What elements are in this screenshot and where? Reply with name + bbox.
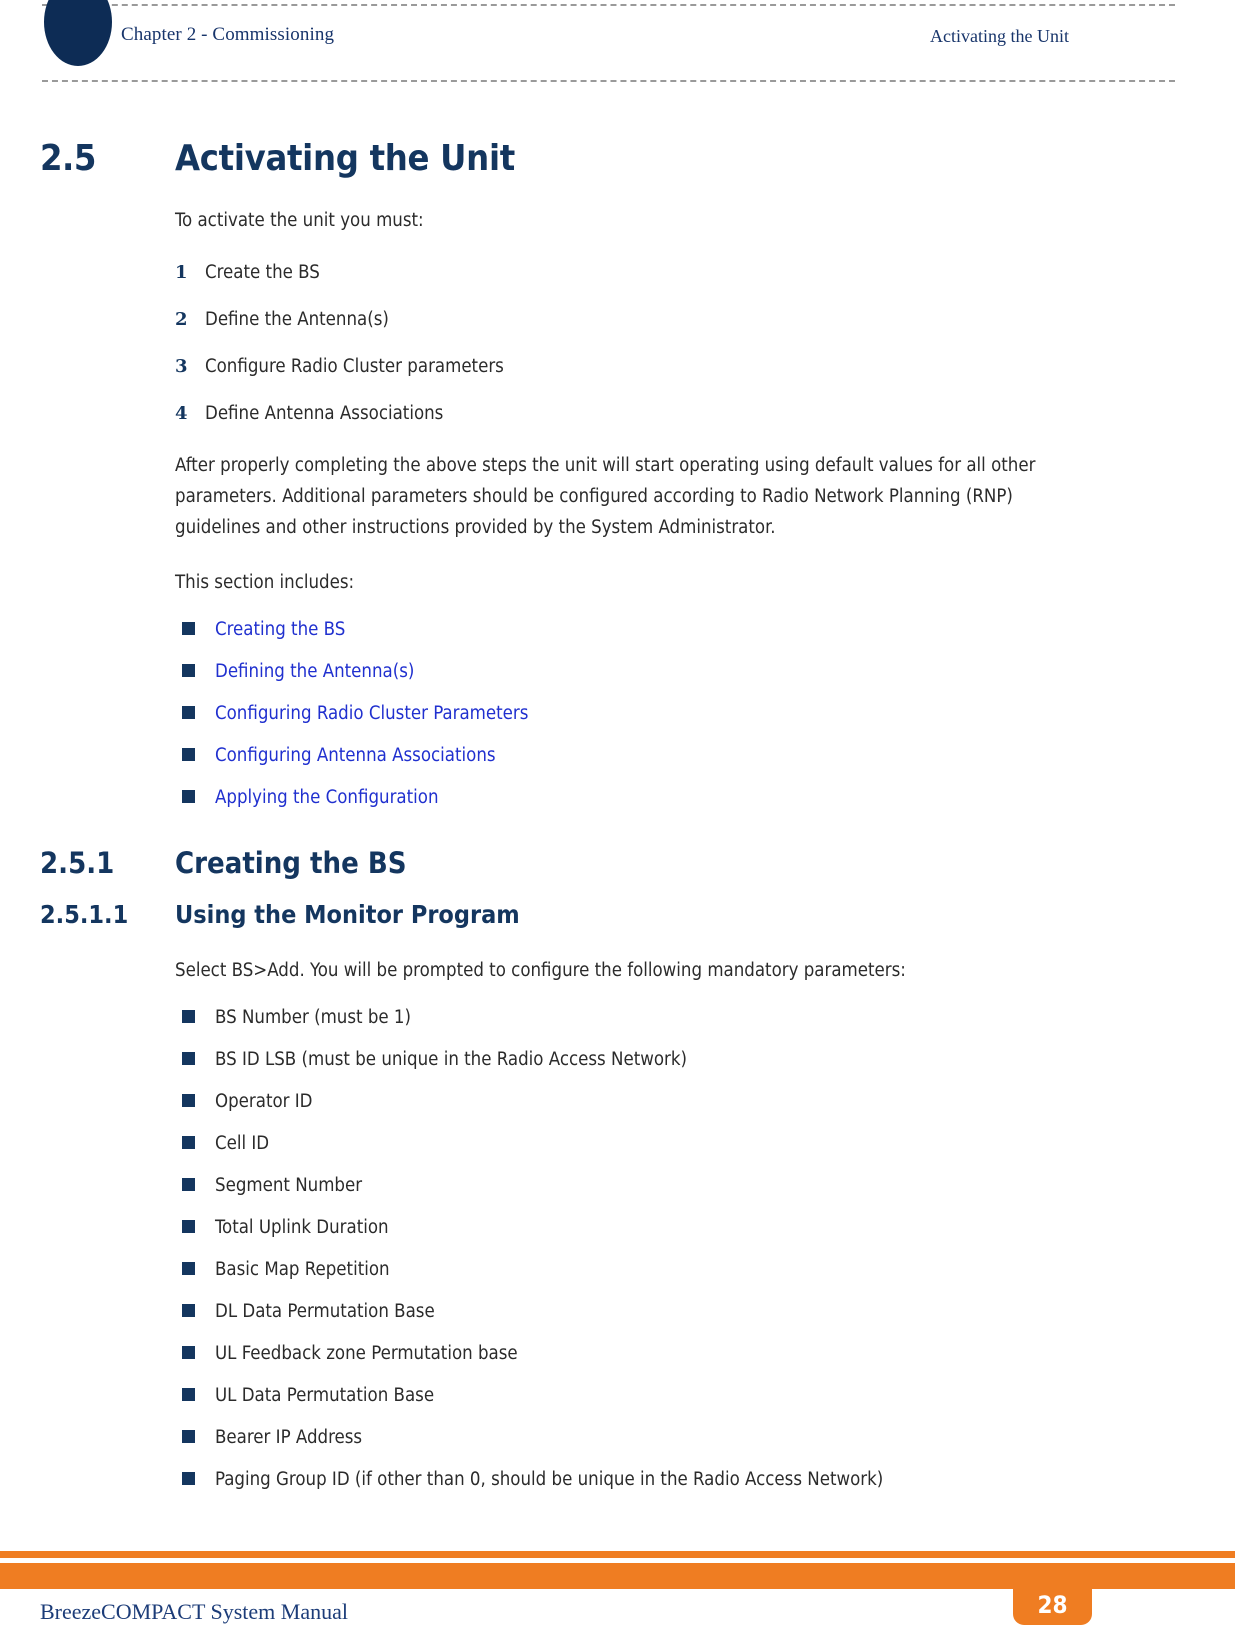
list-item: Operator ID [0, 1091, 1235, 1112]
page-number-badge: 28 [1013, 1563, 1092, 1625]
footer-rule-thin [0, 1551, 1235, 1558]
header-top-divider [42, 4, 1175, 6]
parameter-label: Basic Map Repetition [215, 1259, 390, 1280]
heading-2-5-1: 2.5.1 Creating the BS [0, 846, 1235, 880]
list-item[interactable]: Configuring Radio Cluster Parameters [0, 703, 1235, 724]
page-header: Chapter 2 - Commissioning Activating the… [0, 0, 1235, 92]
list-item: 4 Define Antenna Associations [0, 403, 1235, 424]
square-bullet-icon [182, 1346, 195, 1359]
list-item: Cell ID [0, 1133, 1235, 1154]
parameter-label: Segment Number [215, 1175, 363, 1196]
square-bullet-icon [182, 706, 195, 719]
parameter-label: BS Number (must be 1) [215, 1007, 412, 1028]
parameter-label: UL Data Permutation Base [215, 1385, 435, 1406]
square-bullet-icon [182, 1430, 195, 1443]
square-bullet-icon [182, 1304, 195, 1317]
heading-2-5-1-1-title: Using the Monitor Program [175, 900, 520, 929]
toc-link[interactable]: Applying the Configuration [215, 787, 439, 808]
monitor-program-intro: Select BS>Add. You will be prompted to c… [175, 960, 906, 981]
parameter-label: Cell ID [215, 1133, 270, 1154]
square-bullet-icon [182, 1094, 195, 1107]
list-item: BS ID LSB (must be unique in the Radio A… [0, 1049, 1235, 1070]
step-text: Define Antenna Associations [205, 403, 444, 424]
parameter-label: Operator ID [215, 1091, 313, 1112]
parameter-label: Bearer IP Address [215, 1427, 363, 1448]
square-bullet-icon [182, 1052, 195, 1065]
list-item[interactable]: Defining the Antenna(s) [0, 661, 1235, 682]
activation-steps-list: 1 Create the BS 2 Define the Antenna(s) … [0, 262, 1235, 424]
square-bullet-icon [182, 1220, 195, 1233]
square-bullet-icon [182, 748, 195, 761]
page-footer: BreezeCOMPACT System Manual 28 [0, 1549, 1235, 1639]
list-item: Paging Group ID (if other than 0, should… [0, 1469, 1235, 1490]
square-bullet-icon [182, 1472, 195, 1485]
heading-2-5-1-1: 2.5.1.1 Using the Monitor Program [0, 900, 1235, 929]
square-bullet-icon [182, 1388, 195, 1401]
parameter-label: DL Data Permutation Base [215, 1301, 435, 1322]
step-number: 1 [175, 262, 188, 283]
square-bullet-icon [182, 790, 195, 803]
heading-2-5-number: 2.5 [40, 138, 96, 179]
list-item: BS Number (must be 1) [0, 1007, 1235, 1028]
list-item[interactable]: Applying the Configuration [0, 787, 1235, 808]
heading-2-5-1-1-number: 2.5.1.1 [40, 900, 129, 929]
list-item: DL Data Permutation Base [0, 1301, 1235, 1322]
footer-manual-title: BreezeCOMPACT System Manual [40, 1599, 348, 1624]
heading-2-5-1-title: Creating the BS [175, 846, 407, 880]
square-bullet-icon [182, 664, 195, 677]
activate-intro-paragraph: To activate the unit you must: [175, 210, 424, 231]
list-item: UL Feedback zone Permutation base [0, 1343, 1235, 1364]
activation-summary-paragraph: After properly completing the above step… [175, 455, 1036, 538]
step-text: Create the BS [205, 262, 320, 283]
list-item: 1 Create the BS [0, 262, 1235, 283]
header-circle-ornament [44, 0, 112, 66]
square-bullet-icon [182, 1136, 195, 1149]
heading-2-5-1-number: 2.5.1 [40, 846, 115, 880]
toc-link[interactable]: Creating the BS [215, 619, 345, 640]
heading-2-5: 2.5 Activating the Unit [0, 138, 1235, 179]
list-item: Basic Map Repetition [0, 1259, 1235, 1280]
list-item: UL Data Permutation Base [0, 1385, 1235, 1406]
square-bullet-icon [182, 1010, 195, 1023]
section-toc-list: Creating the BS Defining the Antenna(s) … [0, 619, 1235, 808]
toc-link[interactable]: Defining the Antenna(s) [215, 661, 414, 682]
page-content: 2.5 Activating the Unit To activate the … [0, 92, 1235, 1490]
parameter-label: UL Feedback zone Permutation base [215, 1343, 518, 1364]
toc-link[interactable]: Configuring Radio Cluster Parameters [215, 703, 528, 724]
square-bullet-icon [182, 622, 195, 635]
header-section-label: Activating the Unit [930, 26, 1069, 46]
list-item: 3 Configure Radio Cluster parameters [0, 356, 1235, 377]
header-chapter-label: Chapter 2 - Commissioning [121, 24, 335, 45]
step-number: 4 [175, 403, 188, 424]
list-item: Segment Number [0, 1175, 1235, 1196]
parameter-label: BS ID LSB (must be unique in the Radio A… [215, 1049, 687, 1070]
square-bullet-icon [182, 1178, 195, 1191]
toc-link[interactable]: Configuring Antenna Associations [215, 745, 496, 766]
step-text: Define the Antenna(s) [205, 309, 389, 330]
heading-2-5-title: Activating the Unit [175, 138, 515, 179]
list-item: 2 Define the Antenna(s) [0, 309, 1235, 330]
list-item[interactable]: Configuring Antenna Associations [0, 745, 1235, 766]
parameter-label: Total Uplink Duration [215, 1217, 389, 1238]
square-bullet-icon [182, 1262, 195, 1275]
parameter-label: Paging Group ID (if other than 0, should… [215, 1469, 884, 1490]
list-item: Bearer IP Address [0, 1427, 1235, 1448]
section-includes-label: This section includes: [175, 572, 355, 593]
list-item: Total Uplink Duration [0, 1217, 1235, 1238]
step-number: 2 [175, 309, 188, 330]
step-text: Configure Radio Cluster parameters [205, 356, 504, 377]
mandatory-parameters-list: BS Number (must be 1) BS ID LSB (must be… [0, 1007, 1235, 1490]
list-item[interactable]: Creating the BS [0, 619, 1235, 640]
step-number: 3 [175, 356, 188, 377]
header-bottom-divider [42, 80, 1175, 82]
